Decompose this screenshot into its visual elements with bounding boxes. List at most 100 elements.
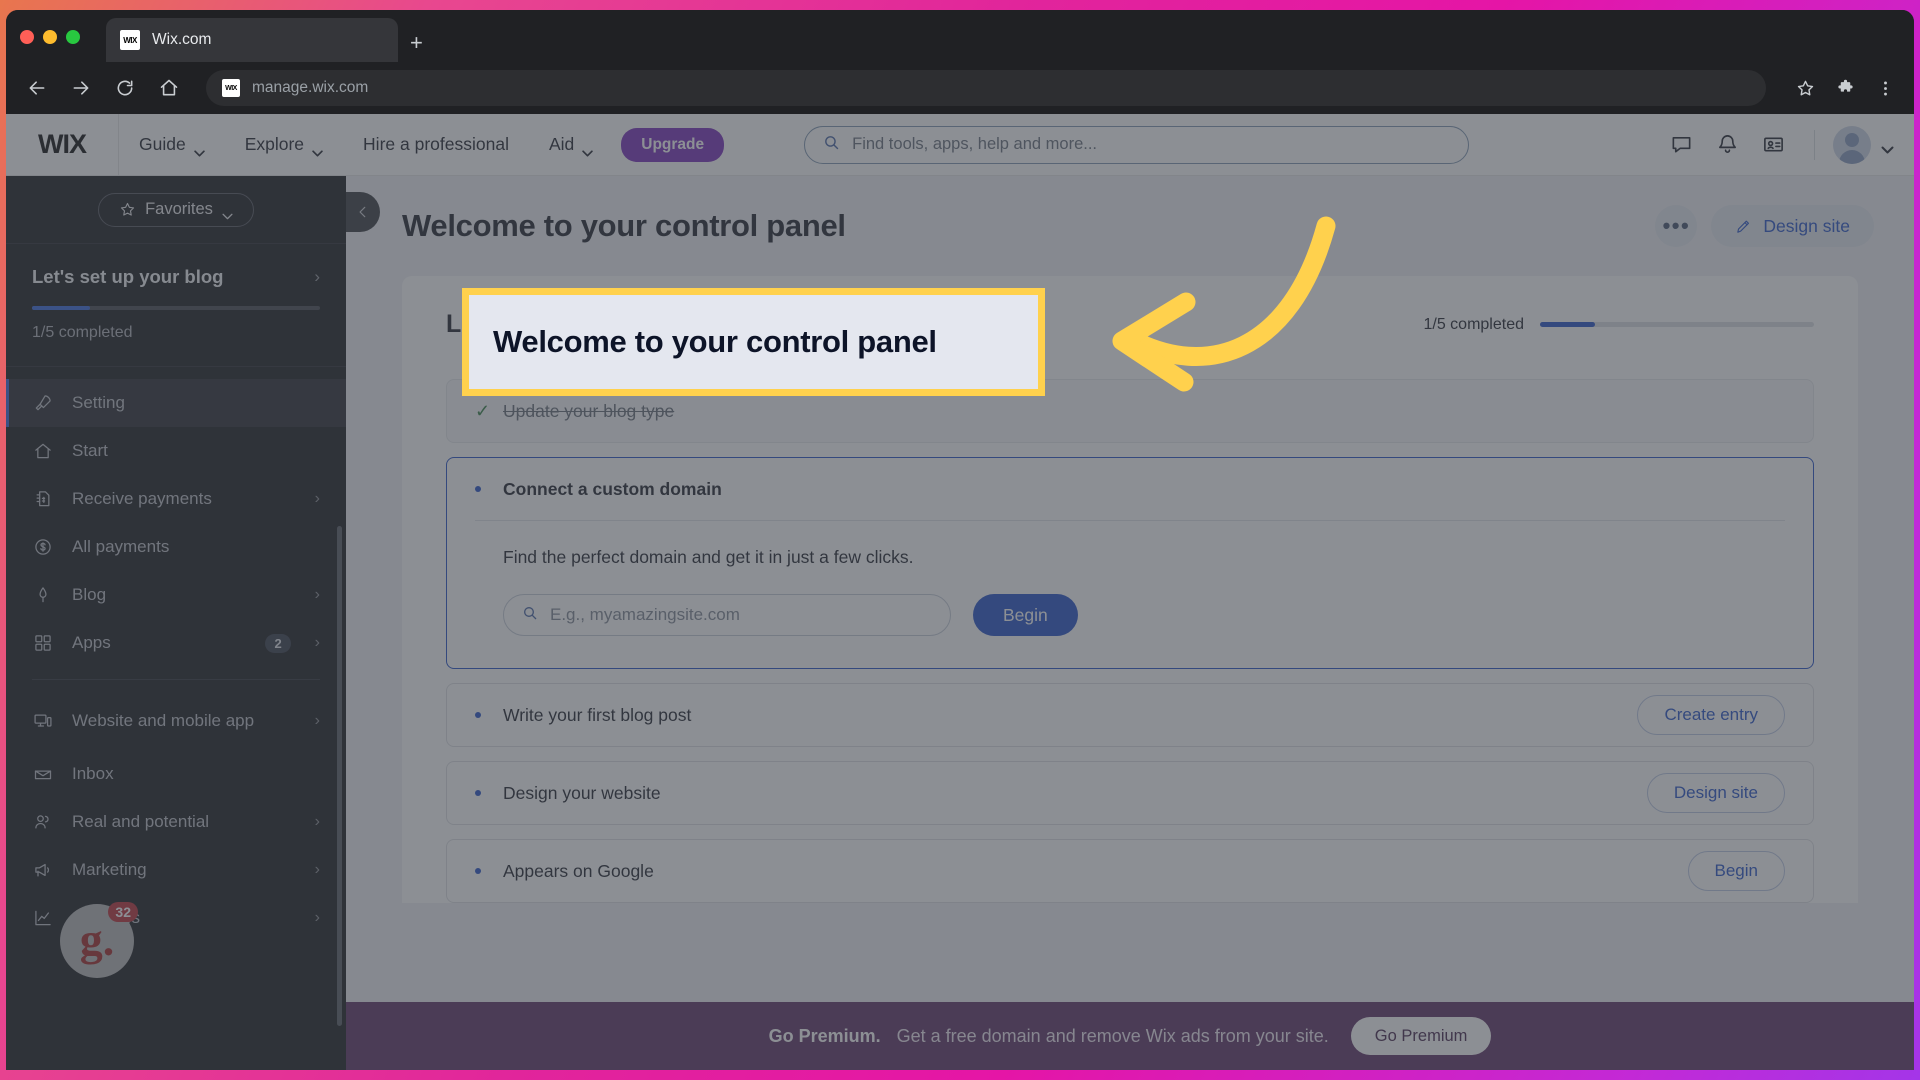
sidebar-item-start[interactable]: Start bbox=[6, 427, 346, 475]
forward-icon[interactable] bbox=[64, 71, 98, 105]
more-options-button[interactable]: ••• bbox=[1655, 205, 1698, 247]
contact-card-icon[interactable] bbox=[1750, 122, 1796, 168]
chevron-right-icon[interactable]: › bbox=[315, 586, 320, 604]
browser-window: WIX Wix.com + WIX manage.wix.com WIX Gui… bbox=[6, 10, 1914, 1070]
extensions-puzzle-icon[interactable] bbox=[1830, 73, 1860, 103]
setup-card-progress-bar bbox=[1540, 322, 1814, 327]
sidebar-setup-block[interactable]: Let's set up your blog › 1/5 completed bbox=[6, 244, 346, 367]
sidebar-item-real-and-potential[interactable]: Real and potential › bbox=[6, 798, 346, 846]
avatar[interactable] bbox=[1833, 125, 1871, 164]
home-icon[interactable] bbox=[152, 71, 186, 105]
chevron-right-icon[interactable]: › bbox=[315, 813, 320, 831]
bullet-dot-icon bbox=[475, 790, 481, 796]
bullet-dot-icon bbox=[475, 868, 481, 874]
upgrade-button[interactable]: Upgrade bbox=[621, 127, 725, 162]
browser-tab-strip: WIX Wix.com + bbox=[6, 10, 1914, 62]
chat-bubble-icon[interactable] bbox=[1658, 122, 1704, 168]
chevron-down-icon bbox=[222, 206, 233, 220]
task-label: Connect a custom domain bbox=[503, 478, 722, 499]
chevron-right-icon[interactable]: › bbox=[315, 712, 320, 730]
sidebar-item-label: Real and potential bbox=[72, 811, 210, 831]
sidebar-item-receive-payments[interactable]: Receive payments › bbox=[6, 475, 346, 523]
chevron-right-icon[interactable]: › bbox=[315, 490, 320, 508]
chart-line-icon bbox=[32, 907, 54, 929]
task-status-icon bbox=[475, 486, 495, 492]
chevron-right-icon[interactable]: › bbox=[315, 634, 320, 652]
sidebar-item-inbox[interactable]: Inbox bbox=[6, 750, 346, 798]
task-appears-on-google[interactable]: Appears on Google Begin bbox=[446, 839, 1814, 903]
sidebar-scrollbar[interactable] bbox=[337, 526, 342, 1026]
sidebar-progress-text: 1/5 completed bbox=[32, 324, 133, 341]
bookmark-star-icon[interactable] bbox=[1790, 73, 1820, 103]
sidebar-item-setting[interactable]: Setting bbox=[6, 379, 346, 427]
favorites-button[interactable]: Favorites bbox=[98, 192, 254, 227]
appears-on-google-begin-button[interactable]: Begin bbox=[1687, 851, 1785, 891]
sidebar-item-blog[interactable]: Blog › bbox=[6, 571, 346, 619]
sidebar-item-all-payments[interactable]: All payments bbox=[6, 523, 346, 571]
global-search-input[interactable]: Find tools, apps, help and more... bbox=[804, 125, 1470, 164]
task-label: Appears on Google bbox=[503, 860, 654, 881]
minimize-window-button[interactable] bbox=[43, 30, 57, 44]
maximize-window-button[interactable] bbox=[66, 30, 80, 44]
avatar-head bbox=[1845, 132, 1859, 147]
topnav-item-explore[interactable]: Explore bbox=[225, 114, 343, 176]
topnav-label: Explore bbox=[244, 134, 305, 154]
design-site-button[interactable]: Design site bbox=[1711, 205, 1874, 247]
grammarly-widget[interactable]: g. 32 bbox=[60, 902, 138, 978]
topnav-item-aid[interactable]: Aid bbox=[529, 114, 613, 176]
topnav-label: Guide bbox=[139, 134, 186, 154]
domain-begin-button[interactable]: Begin bbox=[973, 594, 1078, 636]
sidebar-item-apps[interactable]: Apps 2 › bbox=[6, 619, 346, 667]
chevron-right-icon[interactable]: › bbox=[315, 909, 320, 927]
wix-logo[interactable]: WIX bbox=[6, 129, 118, 160]
browser-tab-title: Wix.com bbox=[152, 31, 212, 48]
domain-search-placeholder: E.g., myamazingsite.com bbox=[550, 605, 740, 624]
favorites-label: Favorites bbox=[145, 200, 213, 218]
sidebar-setup-title: Let's set up your blog bbox=[32, 266, 224, 287]
task-design-your-website[interactable]: Design your website Design site bbox=[446, 761, 1814, 825]
sidebar-item-marketing[interactable]: Marketing › bbox=[6, 846, 346, 894]
page-title: Welcome to your control panel bbox=[402, 208, 846, 243]
create-entry-button[interactable]: Create entry bbox=[1637, 695, 1785, 735]
domain-search-row: E.g., myamazingsite.com Begin bbox=[503, 594, 1785, 636]
task-list: ✓ Update your blog type Connect a custom… bbox=[446, 379, 1814, 903]
chevron-down-icon bbox=[193, 141, 205, 157]
people-icon bbox=[32, 811, 54, 833]
design-site-task-button[interactable]: Design site bbox=[1646, 773, 1785, 813]
go-premium-button[interactable]: Go Premium bbox=[1350, 1017, 1492, 1055]
wix-favicon-icon: WIX bbox=[120, 30, 140, 50]
task-status-icon bbox=[475, 790, 495, 796]
reload-icon[interactable] bbox=[108, 71, 142, 105]
go-premium-banner: Go Premium. Get a free domain and remove… bbox=[346, 1002, 1914, 1070]
setup-card-progress: 1/5 completed bbox=[1423, 316, 1814, 334]
browser-tab[interactable]: WIX Wix.com bbox=[106, 18, 398, 62]
browser-toolbar: WIX manage.wix.com bbox=[6, 62, 1914, 114]
task-connect-a-custom-domain[interactable]: Connect a custom domain Find the perfect… bbox=[446, 457, 1814, 669]
search-icon bbox=[522, 605, 538, 626]
new-tab-button[interactable]: + bbox=[410, 32, 423, 54]
account-chevron-down-icon[interactable] bbox=[1881, 141, 1894, 154]
avatar-body bbox=[1839, 149, 1865, 164]
address-bar-url: manage.wix.com bbox=[252, 79, 369, 96]
sidebar-item-analytics[interactable]: Analytics › bbox=[6, 894, 346, 942]
domain-search-input[interactable]: E.g., myamazingsite.com bbox=[503, 594, 951, 636]
task-write-your-first-blog-post[interactable]: Write your first blog post Create entry bbox=[446, 683, 1814, 747]
sidebar-item-website-and-mobile-app[interactable]: Website and mobile app › bbox=[6, 692, 346, 750]
sidebar-item-label: Marketing bbox=[72, 859, 147, 879]
task-description: Find the perfect domain and get it in ju… bbox=[503, 547, 914, 567]
chevron-right-icon[interactable]: › bbox=[315, 861, 320, 879]
task-label: Design your website bbox=[503, 782, 661, 803]
notifications-bell-icon[interactable] bbox=[1704, 122, 1750, 168]
address-bar[interactable]: WIX manage.wix.com bbox=[206, 70, 1766, 106]
topnav-label: Hire a professional bbox=[363, 134, 509, 154]
browser-menu-icon[interactable] bbox=[1870, 73, 1900, 103]
chevron-right-icon[interactable]: › bbox=[314, 267, 320, 287]
sidebar-progress-fill bbox=[32, 306, 90, 310]
sidebar-item-label: Apps bbox=[72, 632, 111, 652]
annotation-highlight-box: Welcome to your control panel bbox=[462, 288, 1045, 396]
close-window-button[interactable] bbox=[20, 30, 34, 44]
back-icon[interactable] bbox=[20, 71, 54, 105]
topnav-label: Aid bbox=[548, 134, 575, 154]
topnav-item-hire-a-professional[interactable]: Hire a professional bbox=[343, 114, 529, 176]
topnav-item-guide[interactable]: Guide bbox=[119, 114, 225, 176]
